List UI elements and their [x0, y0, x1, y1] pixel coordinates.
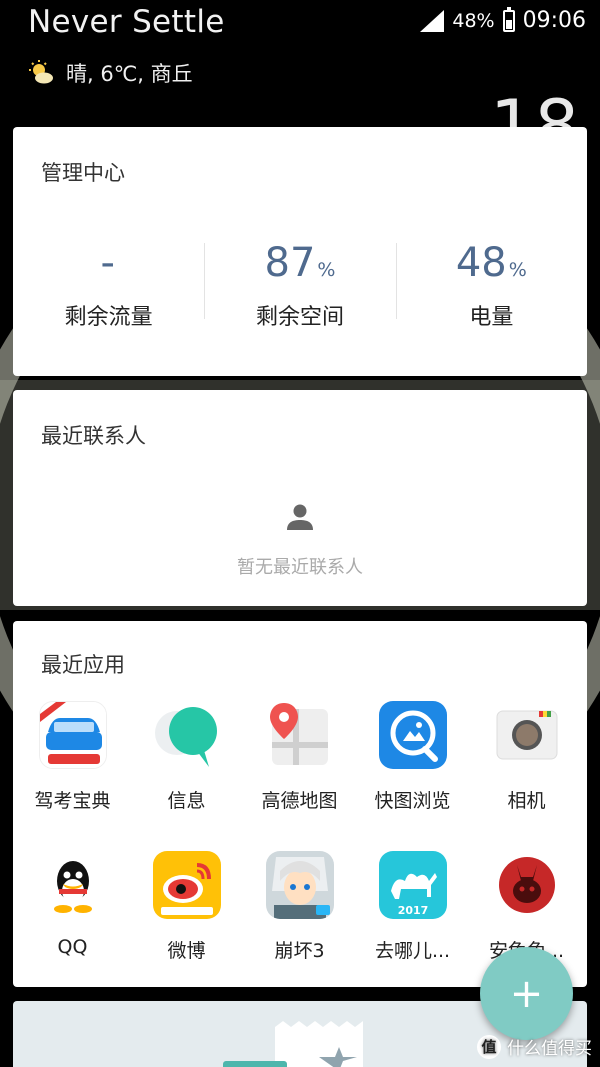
stat-label: 电量: [469, 305, 514, 330]
card-title: 管理中心: [41, 161, 125, 185]
app-label: 高德地图: [261, 790, 338, 812]
app-messages[interactable]: 信息: [130, 701, 243, 813]
status-bar: 48% 09:06: [420, 6, 586, 33]
jiakao-icon: [38, 701, 107, 769]
qq-icon: [38, 851, 107, 919]
qunar-icon: 2017: [378, 851, 447, 919]
app-label: 微博: [167, 940, 206, 962]
app-label: 快图浏览: [374, 790, 451, 812]
app-amap[interactable]: 高德地图: [243, 701, 356, 813]
app-honkai[interactable]: 崩坏3: [243, 851, 356, 963]
camera-icon: [493, 701, 561, 769]
recent-contacts-card[interactable]: 最近联系人 暂无最近联系人: [13, 390, 587, 606]
svg-text:2017: 2017: [397, 904, 428, 917]
stat-unit: %: [508, 259, 527, 281]
stat-value: -: [100, 240, 115, 286]
empty-state-text: 暂无最近联系人: [237, 557, 363, 578]
watermark: 值 什么值得买: [477, 1034, 592, 1059]
app-qunar[interactable]: 2017 去哪儿...: [356, 851, 469, 963]
stat-label: 剩余流量: [64, 305, 153, 330]
app-weibo[interactable]: 微博: [130, 851, 243, 963]
quickpic-icon: [378, 701, 447, 769]
card-title: 最近联系人: [41, 424, 146, 448]
amap-icon: [266, 701, 334, 769]
weibo-icon: [152, 851, 221, 919]
honkai-icon: [265, 851, 334, 919]
stat-label: 剩余空间: [255, 305, 344, 330]
add-fab-button[interactable]: +: [480, 947, 573, 1040]
recent-apps-card[interactable]: 最近应用 驾考宝典 信息 高德地图 快图浏览 相机 QQ 微博 崩坏3 2017…: [13, 621, 587, 987]
weather-widget[interactable]: 晴, 6℃, 商丘: [28, 58, 193, 88]
person-icon: [287, 504, 313, 530]
app-label: 相机: [507, 790, 546, 812]
app-camera[interactable]: 相机: [470, 701, 583, 813]
plus-icon: +: [509, 970, 544, 1017]
battery-icon: [502, 6, 515, 32]
stat-value: 48: [455, 240, 507, 286]
stat-data-remaining[interactable]: - 剩余流量: [13, 239, 204, 335]
weather-text: 晴, 6℃, 商丘: [66, 62, 193, 86]
stat-battery[interactable]: 48% 电量: [395, 239, 587, 335]
app-quickpic[interactable]: 快图浏览: [356, 701, 469, 813]
app-label: 驾考宝典: [34, 790, 111, 812]
app-label: 去哪儿...: [374, 940, 451, 962]
launcher-title: Never Settle: [28, 4, 225, 40]
clock-time: 09:06: [522, 8, 586, 33]
antutu-icon: [492, 851, 561, 919]
signal-icon: [420, 9, 445, 32]
management-center-card[interactable]: 管理中心 - 剩余流量 87% 剩余空间 48% 电量: [13, 127, 587, 376]
watermark-text: 什么值得买: [507, 1039, 592, 1059]
app-qq[interactable]: QQ: [16, 851, 129, 958]
app-label: 崩坏3: [274, 940, 325, 962]
stats-row: - 剩余流量 87% 剩余空间 48% 电量: [13, 239, 587, 335]
stat-storage-remaining[interactable]: 87% 剩余空间: [204, 239, 395, 335]
app-label: QQ: [57, 936, 88, 958]
app-label: 信息: [167, 790, 206, 812]
watermark-badge: 值: [477, 1034, 501, 1059]
stat-value: 87: [264, 240, 316, 286]
stat-unit: %: [317, 259, 336, 281]
sun-cloud-icon: [29, 60, 53, 84]
battery-percent: 48%: [452, 9, 495, 32]
app-jiakao[interactable]: 驾考宝典: [16, 701, 129, 813]
messages-icon: [153, 701, 221, 769]
card-title: 最近应用: [41, 653, 125, 677]
